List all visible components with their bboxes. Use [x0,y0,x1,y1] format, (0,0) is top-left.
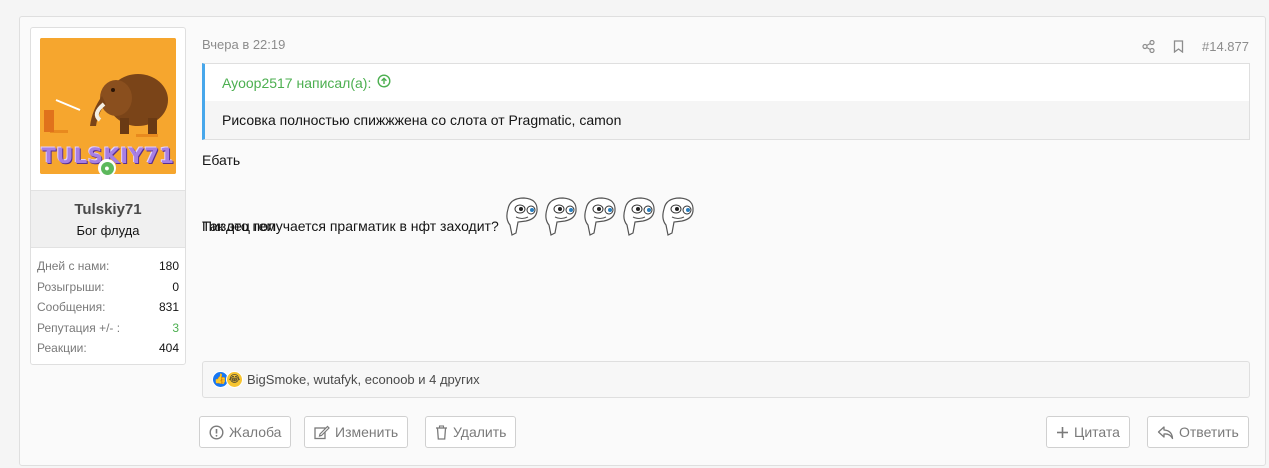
message-line: Ебать [202,152,241,168]
stat-row-reactions: Реакции: 404 [37,338,179,359]
report-button[interactable]: Жалоба [199,416,292,448]
troll-face-smiley-icon [662,197,694,236]
troll-face-smiley-icon [545,197,577,236]
quote-author[interactable]: Ayoop2517 написал(а): [222,65,371,101]
quote-button[interactable]: Цитата [1046,416,1130,448]
user-name-block: Tulskiy71 Бог флуда [31,190,185,248]
stat-row-giveaways: Розыгрыши: 0 [37,277,179,298]
troll-face-smiley-icon [623,197,655,236]
post-number-link[interactable]: #14.877 [1202,39,1249,54]
reactions-list[interactable]: BigSmoke, wutafyk, econoob и 4 других [247,372,480,387]
exclamation-circle-icon [209,424,224,440]
avatar[interactable]: TULSKIY71 [40,38,176,174]
quote-text: Рисовка полностью спижжжена со слота от … [205,101,1249,139]
post-date[interactable]: Вчера в 22:19 [202,37,285,52]
stat-label: Реакции: [37,341,87,355]
username-link[interactable]: Tulskiy71 [31,201,185,218]
troll-face-smiley-icon [506,197,538,236]
quote-block: Ayoop2517 написал(а): Рисовка полностью … [202,63,1250,140]
stat-label: Дней с нами: [37,259,110,273]
reaction-icons: 👍 😂 [212,371,243,388]
troll-face-smiley-icon [584,197,616,236]
stat-row-messages: Сообщения: 831 [37,297,179,318]
stat-value: 180 [158,259,179,273]
post-actions: #14.877 [1140,38,1249,54]
reply-arrow-icon [1157,425,1174,440]
plus-icon [1056,426,1069,439]
online-status-icon: ● [98,159,116,177]
smilies-group [502,195,696,239]
user-card: TULSKIY71 ● Tulskiy71 Бог флуда Дней с н… [30,27,186,365]
trash-icon [435,424,448,440]
reply-button[interactable]: Ответить [1147,416,1249,448]
edit-button[interactable]: Изменить [304,416,409,448]
user-stats: Дней с нами: 180 Розыгрыши: 0 Сообщения:… [37,256,179,359]
stat-value[interactable]: 831 [159,297,179,318]
quote-header[interactable]: Ayoop2517 написал(а): [205,64,1249,101]
stat-value[interactable]: 0 [172,277,179,298]
stat-label: Розыгрыши: [37,279,105,294]
delete-button-label: Удалить [453,424,507,440]
quote-button-label: Цитата [1074,424,1120,440]
bookmark-icon[interactable] [1170,38,1186,54]
reactions-bar[interactable]: 👍 😂 BigSmoke, wutafyk, econoob и 4 други… [202,361,1250,398]
arrow-up-circle-icon[interactable] [377,65,391,101]
laughing-face-icon: 😂 [226,371,243,388]
stat-value[interactable]: 3 [172,318,179,339]
edit-button-label: Изменить [335,424,399,440]
stat-row-days: Дней с нами: 180 [37,256,179,277]
reply-button-label: Ответить [1179,424,1239,440]
message-line: Пиздец гем [202,218,277,234]
post: TULSKIY71 ● Tulskiy71 Бог флуда Дней с н… [19,16,1266,466]
report-button-label: Жалоба [229,424,282,440]
share-icon[interactable] [1140,38,1156,54]
stat-row-reputation: Репутация +/- : 3 [37,318,179,339]
stat-value: 404 [158,341,179,355]
user-title: Бог флуда [76,223,140,238]
edit-icon [314,425,330,440]
delete-button[interactable]: Удалить [425,416,517,448]
stat-label: Сообщения: [37,300,106,314]
stat-label: Репутация +/- : [37,320,121,335]
